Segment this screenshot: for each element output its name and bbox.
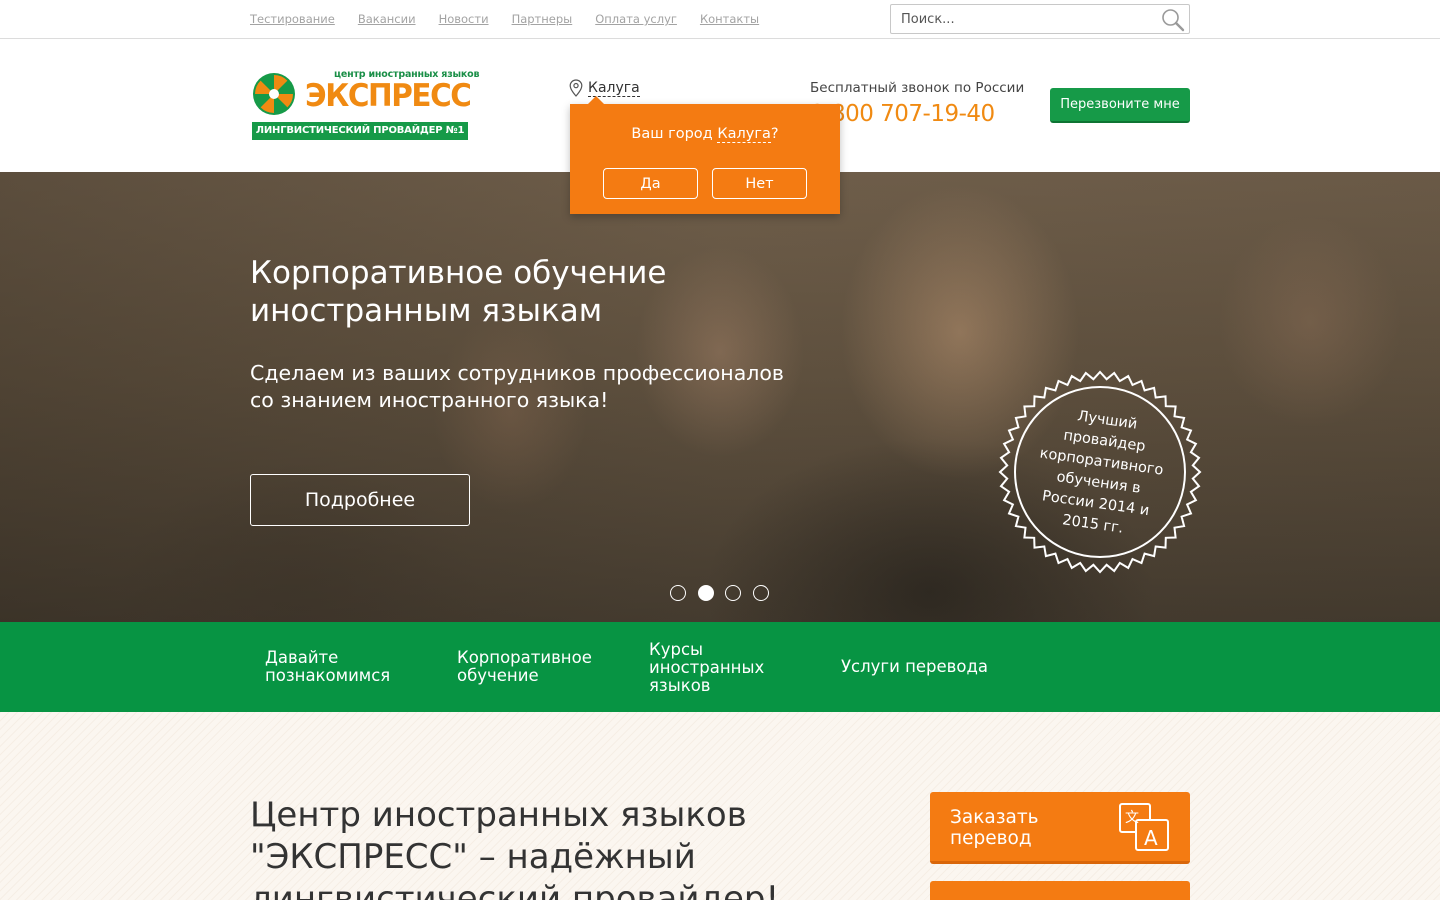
slider-dot-1[interactable] <box>670 585 686 601</box>
main-nav-item-about[interactable]: Давайте познакомимся <box>265 649 390 685</box>
top-nav-link-testing[interactable]: Тестирование <box>250 12 335 26</box>
main-nav-item-corporate[interactable]: Корпоративное обучение <box>457 649 592 685</box>
city-question: Ваш город Калуга? <box>570 126 840 143</box>
location-pin-icon <box>569 79 583 97</box>
intro-heading: Центр иностранных языков "ЭКСПРЕСС" – над… <box>250 794 870 900</box>
hero-subtitle: Сделаем из ваших сотрудников профессиона… <box>250 361 784 412</box>
logo-mark-icon <box>253 73 295 115</box>
main-nav-item-line: Курсы <box>649 640 704 659</box>
top-bar: Тестирование Вакансии Новости Партнеры О… <box>0 0 1440 39</box>
hero-title-line: Корпоративное обучение <box>250 255 667 291</box>
free-call-label: Бесплатный звонок по России <box>810 80 1025 96</box>
hero-title-line: иностранным языкам <box>250 293 603 329</box>
top-nav-link-payment[interactable]: Оплата услуг <box>595 12 677 26</box>
city-no-button[interactable]: Нет <box>712 168 807 199</box>
main-nav-item-line: иностранных <box>649 658 765 677</box>
secondary-order-button[interactable] <box>930 881 1190 900</box>
city-confirm-popup: Ваш город Калуга? Да Нет <box>570 96 840 214</box>
city-question-prefix: Ваш город <box>631 126 718 142</box>
city-selector: Калуга <box>569 79 640 97</box>
site-logo[interactable]: центр иностранных языков ЭКСПРЕСС ЛИНГВИ… <box>252 69 480 143</box>
main-nav-item-translation[interactable]: Услуги перевода <box>841 658 988 676</box>
slider-dot-4[interactable] <box>752 585 769 601</box>
hero-title: Корпоративное обучение иностранным языкам <box>250 254 770 330</box>
logo-tagline: ЛИНГВИСТИЧЕСКИЙ ПРОВАЙДЕР №1 <box>252 122 468 140</box>
svg-text:文: 文 <box>1125 810 1139 826</box>
order-translation-label-line: Заказать <box>950 807 1039 828</box>
translate-icon: 文 A <box>1119 803 1169 851</box>
main-nav-item-line: языков <box>649 676 711 695</box>
order-translation-button[interactable]: Заказать перевод 文 A <box>930 792 1190 864</box>
city-yes-button[interactable]: Да <box>603 168 698 199</box>
intro-heading-line: "ЭКСПРЕСС" – надёжный <box>250 837 696 877</box>
main-nav-item-line: Корпоративное <box>457 648 592 667</box>
top-nav: Тестирование Вакансии Новости Партнеры О… <box>250 12 782 26</box>
top-nav-link-news[interactable]: Новости <box>439 12 489 26</box>
main-nav-item-line: Давайте <box>265 648 339 667</box>
main-nav-item-line: познакомимся <box>265 666 391 685</box>
award-text: Лучший провайдер корпоративного обучения… <box>1022 401 1178 545</box>
intro-section: Центр иностранных языков "ЭКСПРЕСС" – над… <box>0 712 1440 900</box>
more-button[interactable]: Подробнее <box>250 474 470 526</box>
search-box <box>890 4 1190 34</box>
top-nav-link-partners[interactable]: Партнеры <box>512 12 573 26</box>
hero-slider: Корпоративное обучение иностранным языкам… <box>0 172 1440 622</box>
intro-heading-line: Центр иностранных языков <box>250 795 747 835</box>
intro-heading-line: лингвистический провайдер! <box>250 879 780 900</box>
top-nav-link-contacts[interactable]: Контакты <box>700 12 759 26</box>
city-link[interactable]: Калуга <box>588 80 640 97</box>
main-nav: Давайте познакомимся Корпоративное обуче… <box>0 622 1440 712</box>
logo-wordmark: ЭКСПРЕСС <box>305 78 472 114</box>
slider-dot-2[interactable] <box>697 585 714 601</box>
slider-dot-3[interactable] <box>725 585 741 601</box>
order-translation-label-line: перевод <box>950 828 1032 849</box>
slider-dots <box>670 585 780 601</box>
svg-text:A: A <box>1144 826 1158 850</box>
search-input[interactable] <box>891 5 1141 33</box>
main-nav-item-courses[interactable]: Курсы иностранных языков <box>649 641 764 695</box>
search-icon[interactable] <box>1160 7 1186 33</box>
city-question-suffix: ? <box>770 126 779 142</box>
top-nav-link-vacancies[interactable]: Вакансии <box>358 12 416 26</box>
main-nav-item-line: Услуги перевода <box>841 657 988 676</box>
order-translation-label: Заказать перевод <box>950 807 1100 849</box>
callback-button[interactable]: Перезвоните мне <box>1050 88 1190 123</box>
city-question-city: Калуга <box>717 126 771 143</box>
main-nav-item-line: обучение <box>457 666 539 685</box>
